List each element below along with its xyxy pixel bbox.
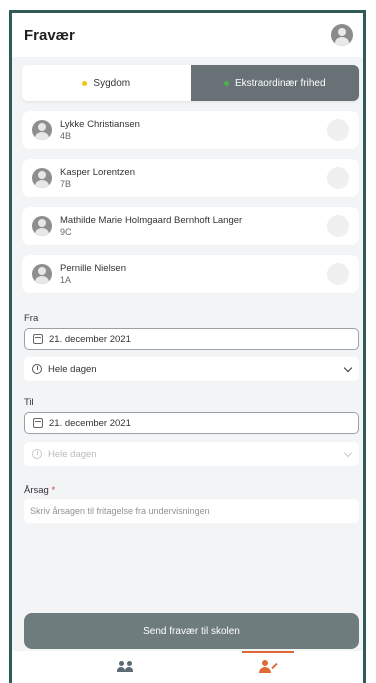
student-name: Lykke Christiansen xyxy=(60,118,140,130)
til-label: Til xyxy=(24,397,34,408)
tab-ekstraordinaer-label: Ekstraordinær frihed xyxy=(234,77,326,89)
select-checkbox[interactable] xyxy=(327,263,349,285)
fra-time-select[interactable]: Hele dagen xyxy=(24,357,359,381)
tab-ekstraordinaer-frihed[interactable]: Ekstraordinær frihed xyxy=(190,65,359,101)
select-checkbox[interactable] xyxy=(327,119,349,141)
bottom-nav xyxy=(12,651,363,683)
til-time-value: Hele dagen xyxy=(48,448,97,460)
active-tab-indicator xyxy=(242,651,294,653)
fra-label: Fra xyxy=(24,313,39,324)
student-class: 4B xyxy=(60,130,72,141)
nav-tab-people[interactable] xyxy=(96,651,156,683)
avatar-icon xyxy=(32,168,52,188)
fra-date-value: 21. december 2021 xyxy=(49,333,131,345)
page-title: Fravær xyxy=(24,26,75,44)
avatar-icon xyxy=(32,264,52,284)
student-item[interactable]: Kasper Lorentzen 7B xyxy=(22,159,359,197)
calendar-icon xyxy=(33,418,43,428)
nav-tab-absence[interactable] xyxy=(238,651,298,683)
calendar-icon xyxy=(33,334,43,344)
yellow-dot-icon xyxy=(82,80,88,86)
select-checkbox[interactable] xyxy=(327,215,349,237)
student-class: 7B xyxy=(60,178,72,189)
app-frame: Fravær Sygdom Ekstraordinær frihed Lykke… xyxy=(9,10,366,683)
chevron-down-icon xyxy=(343,448,353,457)
student-class: 9C xyxy=(60,226,72,237)
people-icon xyxy=(117,661,135,673)
green-dot-icon xyxy=(223,80,229,86)
student-item[interactable]: Lykke Christiansen 4B xyxy=(22,111,359,149)
reason-label-text: Årsag xyxy=(24,485,49,496)
clock-icon xyxy=(32,364,42,374)
reason-label: Årsag * xyxy=(24,485,55,496)
required-marker: * xyxy=(51,485,56,496)
til-date-value: 21. december 2021 xyxy=(49,417,131,429)
avatar-icon xyxy=(32,120,52,140)
fra-time-value: Hele dagen xyxy=(48,363,97,375)
student-name: Pernille Nielsen xyxy=(60,262,127,274)
til-date-field[interactable]: 21. december 2021 xyxy=(24,412,359,434)
student-item[interactable]: Mathilde Marie Holmgaard Bernhoft Langer… xyxy=(22,207,359,245)
chevron-down-icon xyxy=(343,363,353,372)
student-name: Mathilde Marie Holmgaard Bernhoft Langer xyxy=(60,214,243,226)
person-edit-icon xyxy=(259,660,278,674)
student-name: Kasper Lorentzen xyxy=(60,166,135,178)
header: Fravær xyxy=(12,13,363,57)
absence-type-toggle: Sygdom Ekstraordinær frihed xyxy=(22,65,359,101)
reason-placeholder: Skriv årsagen til fritagelse fra undervi… xyxy=(30,506,210,516)
tab-sygdom[interactable]: Sygdom xyxy=(22,65,191,101)
profile-avatar[interactable] xyxy=(331,24,353,46)
select-checkbox[interactable] xyxy=(327,167,349,189)
reason-input[interactable]: Skriv årsagen til fritagelse fra undervi… xyxy=(24,499,359,523)
student-class: 1A xyxy=(60,274,72,285)
clock-icon xyxy=(32,449,42,459)
fra-date-field[interactable]: 21. december 2021 xyxy=(24,328,359,350)
til-time-select[interactable]: Hele dagen xyxy=(24,442,359,466)
student-item[interactable]: Pernille Nielsen 1A xyxy=(22,255,359,293)
send-absence-button[interactable]: Send fravær til skolen xyxy=(24,613,359,649)
tab-sygdom-label: Sygdom xyxy=(93,77,131,89)
avatar-icon xyxy=(32,216,52,236)
